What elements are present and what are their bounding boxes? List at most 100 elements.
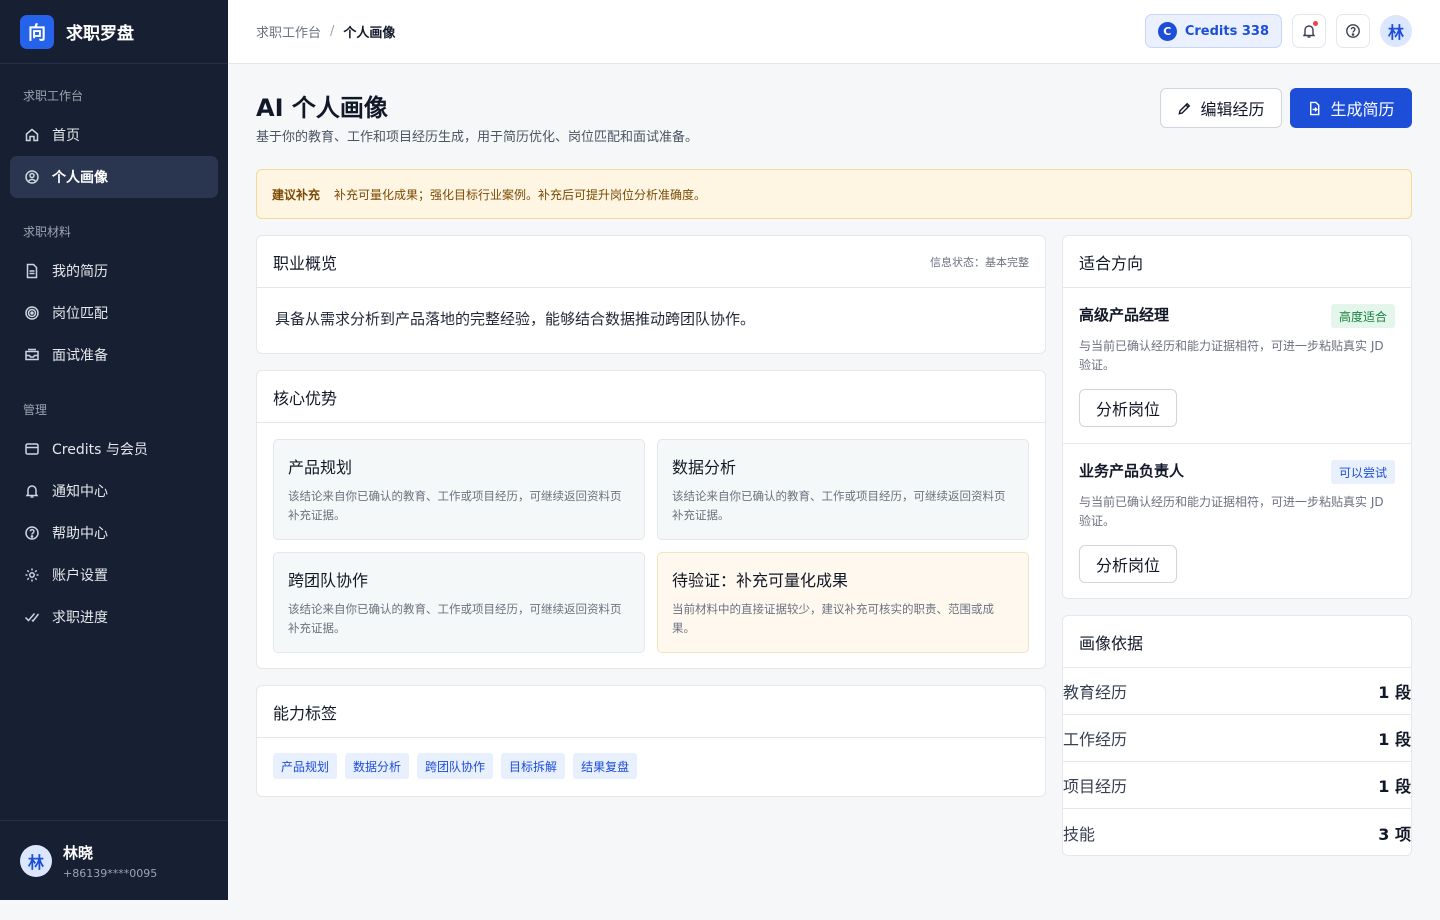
info-status: 信息状态：基本完整 [930, 255, 1029, 269]
strength-desc: 该结论来自你已确认的教育、工作或项目经历，可继续返回资料页补充证据。 [288, 602, 622, 635]
basis-row: 项目经历 1 段 [1063, 762, 1411, 809]
alert-text: 补充可量化成果；强化目标行业案例。补充后可提升岗位分析准确度。 [334, 187, 707, 202]
sidebar-item-resume[interactable]: 我的简历 [10, 250, 218, 292]
basis-row: 技能 3 项 [1063, 809, 1411, 856]
strength-title: 跨团队协作 [288, 571, 369, 590]
sidebar-item-label: 岗位匹配 [52, 306, 108, 322]
pencil-icon [1177, 101, 1200, 116]
strength-grid: 产品规划 该结论来自你已确认的教育、工作或项目经历，可继续返回资料页补充证据。 … [257, 423, 1045, 669]
generate-resume-button[interactable]: 生成简历 [1290, 88, 1412, 128]
basis-label: 教育经历 [1063, 683, 1128, 702]
nav-section-workspace: 求职工作台 首页 个人画像 [0, 86, 228, 198]
nav-section-materials: 求职材料 我的简历 岗位匹配 面试准备 [0, 222, 228, 376]
user-name: 林晓 [63, 843, 94, 862]
notification-dot [1313, 21, 1318, 26]
sidebar-item-label: 面试准备 [52, 348, 108, 364]
sidebar-item-credits[interactable]: Credits 与会员 [10, 428, 218, 470]
card-title: 核心优势 [273, 388, 338, 408]
nav-section-manage: 管理 Credits 与会员 通知中心 帮助中心 账户设置 求职进度 [0, 400, 228, 638]
suggestion-alert: 建议补充 补充可量化成果；强化目标行业案例。补充后可提升岗位分析准确度。 [256, 169, 1412, 219]
credits-button[interactable]: C Credits 338 [1144, 14, 1282, 48]
sidebar-item-help[interactable]: 帮助中心 [10, 512, 218, 554]
sidebar-item-profile[interactable]: 个人画像 [10, 156, 218, 198]
user-circle-icon [24, 169, 40, 185]
strength-desc: 当前材料中的直接证据较少，建议补充可核实的职责、范围或成果。 [672, 602, 994, 635]
basis-label: 技能 [1063, 824, 1096, 844]
credits-icon: C [1157, 21, 1177, 41]
file-export-icon [1307, 101, 1330, 116]
card-title: 职业概览 [273, 253, 338, 273]
strength-item: 产品规划 该结论来自你已确认的教育、工作或项目经历，可继续返回资料页补充证据。 [273, 439, 645, 540]
basis-value: 1 段 [1378, 777, 1411, 796]
strength-desc: 该结论来自你已确认的教育、工作或项目经历，可继续返回资料页补充证据。 [672, 489, 1006, 522]
analyze-job-button[interactable]: 分析岗位 [1079, 389, 1177, 427]
direction-item: 业务产品负责人 可以尝试 与当前已确认经历和能力证据相符，可进一步粘贴真实 JD… [1063, 444, 1411, 600]
analyze-job-button[interactable]: 分析岗位 [1079, 545, 1177, 583]
sidebar-item-label: 账户设置 [52, 568, 108, 584]
strength-item: 跨团队协作 该结论来自你已确认的教育、工作或项目经历，可继续返回资料页补充证据。 [273, 552, 645, 653]
notification-button[interactable] [1292, 14, 1326, 48]
ability-tag: 跨团队协作 [417, 753, 494, 779]
card-header: 画像依据 [1063, 616, 1411, 668]
check-double-icon [24, 609, 40, 625]
overview-text: 具备从需求分析到产品落地的完整经验，能够结合数据推动跨团队协作。 [275, 310, 756, 328]
card-title: 适合方向 [1079, 253, 1144, 273]
basis-value: 1 段 [1378, 730, 1411, 749]
generate-resume-label: 生成简历 [1330, 100, 1395, 119]
sidebar-item-job-match[interactable]: 岗位匹配 [10, 292, 218, 334]
fit-badge: 可以尝试 [1330, 460, 1395, 484]
fit-badge: 高度适合 [1330, 304, 1395, 328]
nav-section-title: 求职材料 [23, 225, 72, 239]
brand[interactable]: 向 求职罗盘 [0, 0, 228, 64]
ability-tags-card: 能力标签 产品规划 数据分析 跨团队协作 目标拆解 结果复盘 [256, 685, 1046, 797]
help-icon [1345, 23, 1361, 39]
sidebar: 向 求职罗盘 求职工作台 首页 个人画像 求职材料 我的简历 岗位匹配 面试准备 [0, 0, 228, 900]
basis-value: 3 项 [1378, 824, 1411, 844]
sidebar-item-label: 通知中心 [52, 484, 108, 500]
sidebar-item-label: Credits 与会员 [52, 442, 148, 458]
brand-name: 求职罗盘 [66, 24, 134, 44]
breadcrumb-parent[interactable]: 求职工作台 [256, 22, 321, 41]
basis-value: 1 段 [1378, 683, 1411, 702]
strength-desc: 该结论来自你已确认的教育、工作或项目经历，可继续返回资料页补充证据。 [288, 489, 622, 522]
sidebar-item-progress[interactable]: 求职进度 [10, 596, 218, 638]
page-title: AI 个人画像 [256, 94, 388, 122]
document-icon [24, 263, 40, 279]
breadcrumb-separator: / [330, 24, 335, 39]
help-button[interactable] [1336, 14, 1370, 48]
avatar: 林 [20, 844, 52, 877]
header-avatar[interactable]: 林 [1380, 15, 1412, 47]
user-info: 林晓 +86139****0095 [63, 842, 157, 880]
user-profile[interactable]: 林 林晓 +86139****0095 [0, 820, 228, 900]
strength-item-pending: 待验证：补充可量化成果 当前材料中的直接证据较少，建议补充可核实的职责、范围或成… [657, 552, 1029, 653]
edit-experience-label: 编辑经历 [1200, 100, 1265, 119]
sidebar-item-settings[interactable]: 账户设置 [10, 554, 218, 596]
card-icon [24, 441, 40, 457]
sidebar-item-interview[interactable]: 面试准备 [10, 334, 218, 376]
profile-basis-card: 画像依据 教育经历 1 段 工作经历 1 段 项目经历 1 段 技能 3 项 [1062, 615, 1412, 856]
edit-experience-button[interactable]: 编辑经历 [1160, 88, 1282, 128]
ability-tag: 目标拆解 [501, 753, 566, 779]
sidebar-item-label: 我的简历 [52, 264, 108, 280]
card-header: 适合方向 [1063, 236, 1411, 288]
sidebar-item-home[interactable]: 首页 [10, 114, 218, 156]
direction-desc: 与当前已确认经历和能力证据相符，可进一步粘贴真实 JD 验证。 [1079, 495, 1384, 528]
brand-logo: 向 [20, 14, 54, 49]
sidebar-item-notifications[interactable]: 通知中心 [10, 470, 218, 512]
card-header: 能力标签 [257, 686, 1045, 738]
basis-row: 工作经历 1 段 [1063, 715, 1411, 762]
sidebar-item-label: 帮助中心 [52, 526, 108, 542]
card-title: 画像依据 [1079, 633, 1144, 653]
home-icon [24, 127, 40, 143]
strength-title: 数据分析 [672, 458, 737, 477]
strength-title: 待验证：补充可量化成果 [672, 571, 849, 590]
help-icon [24, 525, 40, 541]
sidebar-item-label: 首页 [52, 128, 80, 144]
breadcrumb-current: 个人画像 [343, 26, 396, 41]
strength-item: 数据分析 该结论来自你已确认的教育、工作或项目经历，可继续返回资料页补充证据。 [657, 439, 1029, 540]
career-overview-card: 职业概览 信息状态：基本完整 具备从需求分析到产品落地的完整经验，能够结合数据推… [256, 235, 1046, 354]
card-header: 核心优势 [257, 371, 1045, 423]
alert-tag: 建议补充 [272, 187, 321, 202]
card-title: 能力标签 [273, 703, 338, 723]
breadcrumb: 求职工作台 / 个人画像 [256, 22, 395, 41]
